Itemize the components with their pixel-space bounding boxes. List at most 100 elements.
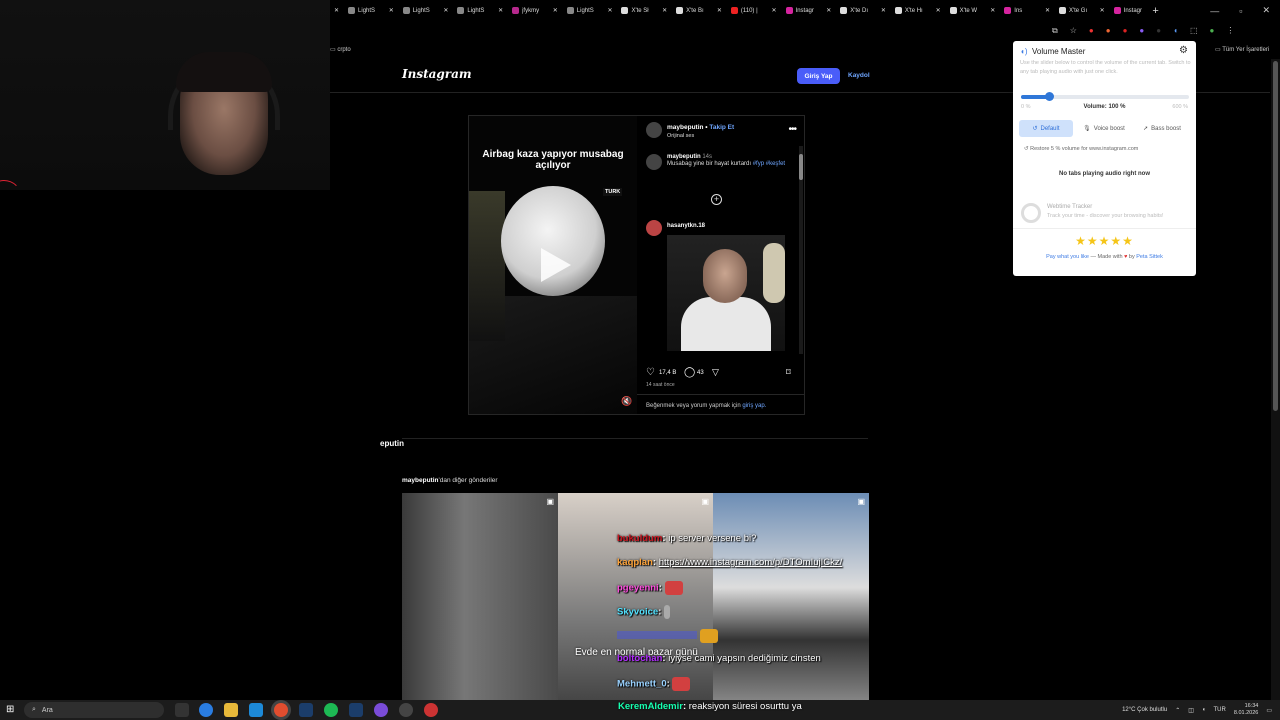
voice-boost-button[interactable]: 🎙 Voice boost — [1077, 120, 1131, 137]
close-tab-icon[interactable]: ✕ — [389, 7, 394, 14]
menu-icon[interactable]: ⋮ — [1226, 26, 1234, 36]
pay-link[interactable]: Pay what you like — [1046, 254, 1089, 260]
network-icon[interactable]: ◫ — [1188, 707, 1194, 714]
extension-dark-icon[interactable]: ● — [1156, 26, 1161, 36]
taskbar-search[interactable]: ⌕ Ara — [24, 702, 164, 718]
chrome-icon[interactable] — [274, 703, 288, 717]
browser-tab[interactable]: ✕ X'te Hı — [877, 0, 932, 21]
volume-slider[interactable] — [1021, 92, 1189, 101]
post-author[interactable]: maybeputin • Takip Et — [667, 124, 734, 131]
comment-hashtags[interactable]: #fyp #keşfet — [753, 161, 785, 167]
save-icon[interactable]: ⌑ — [786, 367, 791, 378]
install-icon[interactable]: ⧉ — [1052, 26, 1058, 36]
steam-icon[interactable] — [299, 703, 313, 717]
clock[interactable]: 16:34 8.01.2026 — [1234, 703, 1258, 717]
tray-chevron-icon[interactable]: ⌃ — [1175, 707, 1180, 714]
login-button[interactable]: Giriş Yap — [797, 68, 840, 84]
browser-tab[interactable]: ✕ X'te Gı — [1041, 0, 1096, 21]
file-explorer-icon[interactable] — [224, 703, 238, 717]
extensions-icon[interactable]: ⬚ — [1190, 26, 1198, 36]
speaker-icon[interactable]: ◖ — [1202, 707, 1206, 713]
gear-icon[interactable]: ⚙ — [1179, 45, 1188, 56]
close-tab-icon[interactable]: ✕ — [1045, 7, 1050, 14]
grid-post[interactable]: ▣ — [713, 493, 869, 700]
browser-tab[interactable]: ✕ Ins — [986, 0, 1041, 21]
close-tab-icon[interactable]: ✕ — [990, 7, 995, 14]
webtime-tracker-promo[interactable]: Webtime Tracker Track your time - discov… — [1021, 201, 1191, 231]
browser-tab[interactable]: ✕ X'te W — [932, 0, 987, 21]
page-scrollbar[interactable] — [1271, 59, 1280, 700]
spotify-icon[interactable] — [324, 703, 338, 717]
close-window-icon[interactable]: ✕ — [1262, 5, 1270, 16]
more-options-icon[interactable]: ••• — [788, 124, 796, 135]
close-tab-icon[interactable]: ✕ — [553, 7, 558, 14]
edge-icon[interactable] — [249, 703, 263, 717]
bookmark-crpto[interactable]: ▭ crpto — [330, 46, 351, 53]
close-tab-icon[interactable]: ✕ — [334, 7, 339, 14]
volume-slider-thumb[interactable] — [1045, 92, 1054, 101]
login-prompt-link[interactable]: giriş yap. — [742, 403, 766, 409]
task-view-icon[interactable] — [175, 703, 189, 717]
browser-tab[interactable]: ✕ (110) | — [713, 0, 768, 21]
browser-tab[interactable]: ✕ Instagr — [1096, 0, 1151, 21]
default-mode-button[interactable]: ↺ Default — [1019, 120, 1073, 137]
browser-tab[interactable]: ✕ Instagr — [768, 0, 823, 21]
page-scroll-thumb[interactable] — [1273, 61, 1278, 411]
author-avatar[interactable] — [646, 122, 662, 138]
mute-icon[interactable]: 🔇 — [621, 396, 632, 407]
close-tab-icon[interactable]: ✕ — [881, 7, 886, 14]
like-icon[interactable]: ♡ — [646, 367, 655, 378]
post-video[interactable]: Airbag kaza yapıyor musabag açılıyor TUR… — [469, 116, 637, 414]
close-tab-icon[interactable]: ✕ — [772, 7, 777, 14]
extension-shield-icon[interactable]: ● — [1139, 26, 1144, 36]
bass-boost-button[interactable]: ➚ Bass boost — [1135, 120, 1189, 137]
add-circle-icon[interactable]: + — [711, 194, 722, 205]
close-tab-icon[interactable]: ✕ — [826, 7, 831, 14]
follow-link[interactable]: Takip Et — [709, 124, 734, 131]
minimize-icon[interactable]: — — [1210, 6, 1219, 16]
extension-orange-icon[interactable]: ● — [1106, 26, 1111, 36]
rating-stars[interactable]: ★★★★★ — [1013, 234, 1196, 248]
language-indicator[interactable]: TUR — [1214, 707, 1226, 713]
instagram-logo[interactable]: Instagram — [402, 67, 472, 81]
comment-icon[interactable]: ◯ — [684, 367, 695, 378]
weather-widget[interactable]: 12°C Çok bulutlu — [1122, 707, 1167, 713]
all-bookmarks[interactable]: ▭ Tüm Yer İşaretleri — [1215, 46, 1269, 53]
close-tab-icon[interactable]: ✕ — [936, 7, 941, 14]
extension-adblock-icon[interactable]: ● — [1123, 26, 1128, 36]
browser-tab[interactable]: ✕ X'te Sł — [603, 0, 658, 21]
restore-volume-link[interactable]: ↺ Restore 5 % volume for www.instagram.c… — [1024, 146, 1138, 152]
settings-icon[interactable] — [399, 703, 413, 717]
browser-tab[interactable]: ✕ LightS — [549, 0, 604, 21]
comment-avatar[interactable] — [646, 220, 662, 236]
close-tab-icon[interactable]: ✕ — [1100, 7, 1105, 14]
audio-label[interactable]: Orijinal ses — [667, 133, 694, 139]
windows-start-icon[interactable]: ⊞ — [6, 704, 14, 715]
profile-icon[interactable]: ● — [1210, 26, 1215, 36]
grid-post[interactable]: ▣ — [558, 493, 713, 700]
notification-icon[interactable]: ▭ — [1266, 707, 1272, 714]
new-tab-button[interactable]: + — [1152, 5, 1158, 17]
comment-avatar[interactable] — [646, 154, 662, 170]
play-icon[interactable] — [541, 248, 571, 282]
close-tab-icon[interactable]: ✕ — [498, 7, 503, 14]
browser-tab[interactable]: ✕ LightS — [330, 0, 385, 21]
maximize-icon[interactable]: ▫ — [1239, 6, 1242, 16]
close-tab-icon[interactable]: ✕ — [662, 7, 667, 14]
bookmark-star-icon[interactable]: ☆ — [1070, 26, 1077, 36]
author-link[interactable]: Peta Sittek — [1136, 254, 1163, 260]
browser-tab[interactable]: ✕ LightS — [385, 0, 440, 21]
signup-link[interactable]: Kaydol — [848, 72, 870, 79]
grid-post[interactable]: ▣ — [402, 493, 558, 700]
browser-tab[interactable]: ✕ X'te Dı — [822, 0, 877, 21]
obs-icon[interactable] — [374, 703, 388, 717]
volume-master-icon[interactable]: ◖ — [1173, 26, 1178, 36]
close-tab-icon[interactable]: ✕ — [607, 7, 612, 14]
close-tab-icon[interactable]: ✕ — [717, 7, 722, 14]
comment-user[interactable]: hasanytkn.18 — [667, 223, 705, 229]
share-icon[interactable]: ▽ — [712, 367, 719, 378]
comments-scrollbar[interactable] — [799, 146, 803, 354]
browser-tab[interactable]: ✕ LightS — [439, 0, 494, 21]
extension-red-icon[interactable]: ● — [1089, 26, 1094, 36]
app-icon[interactable] — [424, 703, 438, 717]
